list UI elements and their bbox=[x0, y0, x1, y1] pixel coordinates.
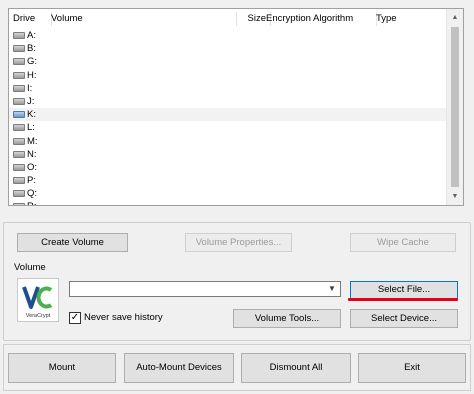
drive-icon bbox=[13, 84, 25, 92]
drive-row[interactable]: K: bbox=[9, 108, 447, 122]
drive-row[interactable]: L: bbox=[9, 121, 447, 134]
select-file-highlight-underline bbox=[348, 298, 458, 301]
drive-icon bbox=[13, 137, 25, 145]
drive-icon bbox=[13, 58, 25, 66]
drive-row[interactable]: N: bbox=[9, 148, 447, 161]
scroll-up-icon[interactable]: ▲ bbox=[447, 9, 463, 26]
drive-row[interactable]: H: bbox=[9, 69, 447, 82]
select-device-button[interactable]: Select Device... bbox=[350, 309, 458, 328]
drive-icon bbox=[13, 71, 25, 79]
drive-icon bbox=[13, 163, 25, 171]
drive-row[interactable]: P: bbox=[9, 174, 447, 187]
column-type[interactable]: Type bbox=[372, 12, 451, 26]
drive-row[interactable]: G: bbox=[9, 55, 447, 68]
select-file-button[interactable]: Select File... bbox=[350, 281, 458, 299]
drive-letter: H: bbox=[27, 69, 37, 81]
drive-letter: G: bbox=[27, 56, 38, 68]
volume-group-label: Volume bbox=[12, 262, 48, 273]
drive-icon bbox=[13, 203, 25, 205]
drive-row[interactable]: B: bbox=[9, 42, 447, 55]
mount-button[interactable]: Mount bbox=[8, 353, 116, 383]
drive-row[interactable]: O: bbox=[9, 161, 447, 174]
drive-icon bbox=[13, 97, 25, 105]
drive-rows: A: B:G:H:I:J: K:L:M:N:O: P:Q:R: bbox=[9, 29, 447, 205]
dismount-all-button[interactable]: Dismount All bbox=[241, 353, 351, 383]
drive-letter: M: bbox=[27, 135, 38, 147]
never-save-history-label[interactable]: Never save history bbox=[84, 312, 163, 324]
drive-letter: R: bbox=[27, 200, 37, 205]
auto-mount-devices-button[interactable]: Auto-Mount Devices bbox=[124, 353, 234, 383]
drive-letter: B: bbox=[27, 43, 36, 55]
drive-row[interactable]: M: bbox=[9, 135, 447, 148]
drive-icon bbox=[13, 177, 25, 185]
drive-letter: I: bbox=[27, 82, 33, 94]
checkmark-icon: ✓ bbox=[70, 312, 80, 323]
drive-letter: O: bbox=[27, 161, 38, 173]
veracrypt-logo-icon: VeraCrypt bbox=[22, 286, 53, 319]
drive-icon bbox=[13, 45, 25, 53]
drive-icon bbox=[13, 32, 25, 39]
column-encryption-algorithm[interactable]: Encryption Algorithm bbox=[262, 12, 377, 26]
drive-row[interactable]: I: bbox=[9, 82, 447, 95]
drive-icon bbox=[13, 190, 25, 198]
drive-row[interactable]: Q: bbox=[9, 187, 447, 200]
column-drive[interactable]: Drive bbox=[9, 12, 52, 26]
never-save-history-checkbox[interactable]: ✓ bbox=[69, 312, 81, 324]
drive-letter: L: bbox=[27, 122, 35, 134]
drive-letter: J: bbox=[27, 95, 35, 107]
drive-letter: Q: bbox=[27, 188, 38, 200]
drive-letter: P: bbox=[27, 175, 36, 187]
drive-icon bbox=[13, 124, 25, 132]
veracrypt-logo: VeraCrypt bbox=[17, 278, 59, 322]
drive-icon bbox=[13, 150, 25, 158]
column-volume[interactable]: Volume bbox=[47, 12, 237, 26]
scroll-thumb[interactable] bbox=[451, 27, 459, 187]
exit-button[interactable]: Exit bbox=[358, 353, 466, 383]
drive-letter: N: bbox=[27, 148, 37, 160]
drive-list[interactable]: Drive Volume Size Encryption Algorithm T… bbox=[8, 8, 464, 206]
drive-letter: A: bbox=[27, 30, 36, 41]
volume-path-combobox[interactable]: ▼ bbox=[69, 281, 341, 297]
chevron-down-icon[interactable]: ▼ bbox=[326, 282, 338, 296]
drive-row[interactable]: R: bbox=[9, 200, 447, 205]
drive-icon bbox=[13, 111, 25, 119]
drive-letter: K: bbox=[27, 109, 36, 121]
vertical-scrollbar[interactable]: ▲ ▼ bbox=[446, 9, 463, 205]
volume-tools-button[interactable]: Volume Tools... bbox=[233, 309, 341, 328]
drive-row[interactable]: A: bbox=[9, 29, 447, 42]
scroll-down-icon[interactable]: ▼ bbox=[447, 188, 463, 205]
logo-text: VeraCrypt bbox=[26, 313, 51, 319]
list-header: Drive Volume Size Encryption Algorithm T… bbox=[9, 9, 447, 29]
drive-row[interactable]: J: bbox=[9, 95, 447, 108]
